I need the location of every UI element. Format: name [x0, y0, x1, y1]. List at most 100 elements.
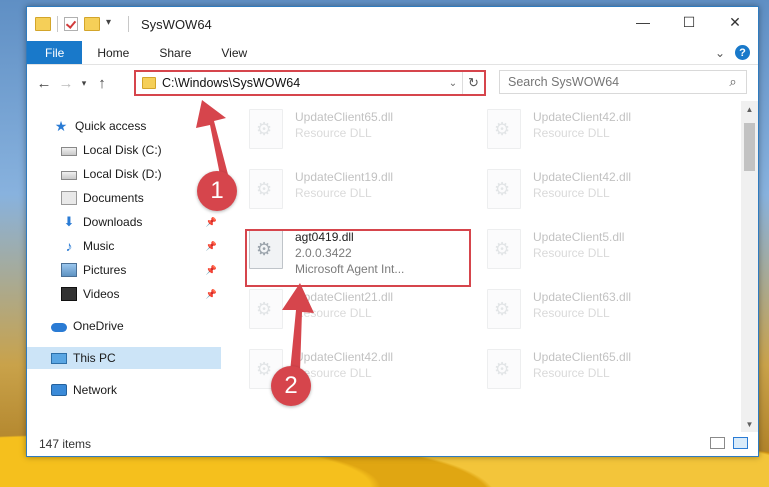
file-name: UpdateClient21.dll [295, 290, 394, 304]
search-input[interactable] [508, 75, 720, 89]
sidebar-item-downloads[interactable]: ⬇ Downloads 📌 [27, 211, 221, 233]
close-button[interactable]: ✕ [712, 7, 758, 37]
drive-icon [61, 147, 77, 156]
scrollbar-thumb[interactable] [744, 123, 755, 171]
sidebar-item-network[interactable]: Network [27, 379, 221, 401]
step-2-badge: 2 [271, 366, 311, 406]
address-path[interactable]: C:\Windows\SysWOW64 [162, 76, 444, 90]
refresh-icon[interactable]: ↻ [462, 72, 484, 94]
sidebar-item-quick-access[interactable]: ★ Quick access [27, 115, 221, 137]
divider [128, 16, 129, 32]
sidebar-item-label: Downloads [83, 215, 143, 229]
item-count: 147 items [39, 437, 92, 451]
tab-view[interactable]: View [206, 41, 262, 64]
file-name: UpdateClient19.dll [295, 170, 394, 184]
folder-icon [35, 17, 51, 31]
sidebar-item-pictures[interactable]: Pictures 📌 [27, 259, 221, 281]
chevron-down-icon[interactable]: ⌄ [715, 46, 725, 60]
file-type: Resource DLL [533, 186, 610, 200]
address-bar[interactable]: C:\Windows\SysWOW64 ⌄ ↻ [134, 70, 486, 96]
videos-icon [61, 287, 77, 301]
search-icon[interactable]: ⌕ [720, 74, 746, 90]
sidebar-item-label: Documents [83, 191, 144, 205]
scroll-up-icon[interactable]: ▲ [741, 101, 758, 117]
tiles-view-icon[interactable] [733, 437, 748, 449]
sidebar-item-onedrive[interactable]: OneDrive [27, 315, 221, 337]
window-controls: — ☐ ✕ [620, 7, 758, 37]
file-info: UpdateClient42.dll Resource DLL [533, 109, 631, 140]
gear-icon: ⚙ [256, 359, 273, 379]
title-bar: ▾ SysWOW64 — ☐ ✕ [27, 7, 758, 41]
file-info: UpdateClient65.dll Resource DLL [295, 109, 393, 140]
file-tile[interactable]: ⚙ UpdateClient63.dll Resource DLL [487, 289, 717, 339]
sidebar-item-label: Videos [83, 287, 120, 301]
sidebar-item-label: Local Disk (C:) [83, 143, 162, 157]
sidebar-item-label: Network [73, 383, 118, 397]
sidebar-item-music[interactable]: ♪ Music 📌 [27, 235, 221, 257]
new-folder-icon[interactable] [84, 17, 100, 31]
file-type: Resource DLL [295, 366, 372, 380]
sidebar-item-local-disk-d[interactable]: Local Disk (D:) [27, 163, 221, 185]
file-tile[interactable]: ⚙ UpdateClient5.dll Resource DLL [487, 229, 717, 279]
file-type: Resource DLL [533, 246, 610, 260]
forward-arrow-icon[interactable]: → [55, 75, 77, 92]
recent-locations-icon[interactable]: ▾ [77, 78, 91, 89]
file-tile[interactable]: ⚙ UpdateClient65.dll Resource DLL [249, 109, 479, 159]
minimize-button[interactable]: — [620, 7, 666, 37]
file-tile[interactable]: ⚙ UpdateClient19.dll Resource DLL [249, 169, 479, 219]
file-tile[interactable]: ⚙ UpdateClient42.dll Resource DLL [487, 169, 717, 219]
pin-icon[interactable]: 📌 [206, 217, 217, 228]
vertical-scrollbar[interactable]: ▲ ▼ [741, 101, 758, 432]
file-type: Resource DLL [295, 306, 372, 320]
sidebar-item-videos[interactable]: Videos 📌 [27, 283, 221, 305]
file-tile[interactable]: ⚙ UpdateClient21.dll Resource DLL [249, 289, 479, 339]
step-1-badge: 1 [197, 171, 237, 211]
pin-icon[interactable]: 📌 [206, 289, 217, 300]
file-name: UpdateClient42.dll [533, 110, 632, 124]
details-view-icon[interactable] [710, 437, 725, 449]
help-icon[interactable]: ? [735, 45, 750, 60]
dll-file-icon: ⚙ [487, 349, 521, 389]
file-info: UpdateClient63.dll Resource DLL [533, 289, 631, 320]
scroll-down-icon[interactable]: ▼ [741, 416, 758, 432]
back-arrow-icon[interactable]: ← [33, 75, 55, 92]
status-bar: 147 items [27, 432, 758, 456]
dll-file-icon: ⚙ [249, 289, 283, 329]
sidebar-item-local-disk-c[interactable]: Local Disk (C:) [27, 139, 221, 161]
up-arrow-icon[interactable]: ↑ [91, 75, 113, 92]
file-type: Resource DLL [533, 366, 610, 380]
ribbon-right: ⌄ ? [715, 45, 750, 60]
gear-icon: ⚙ [256, 299, 273, 319]
star-icon: ★ [54, 118, 68, 134]
tab-home[interactable]: Home [82, 41, 144, 64]
customize-toolbar-icon[interactable]: ▾ [106, 17, 122, 31]
file-info: UpdateClient42.dll Resource DLL [533, 169, 631, 200]
properties-icon[interactable] [64, 17, 78, 31]
dll-file-icon: ⚙ [487, 109, 521, 149]
tab-file[interactable]: File [27, 41, 83, 64]
file-type: Resource DLL [533, 126, 610, 140]
sidebar-item-label: Pictures [83, 263, 127, 277]
tab-share[interactable]: Share [144, 41, 206, 64]
chevron-down-icon[interactable]: ⌄ [444, 78, 462, 89]
maximize-button[interactable]: ☐ [666, 7, 712, 37]
pin-icon[interactable]: 📌 [206, 265, 217, 276]
file-name: UpdateClient42.dll [533, 170, 632, 184]
pictures-icon [61, 263, 77, 277]
file-tile[interactable]: ⚙ UpdateClient65.dll Resource DLL [487, 349, 717, 399]
gear-icon: ⚙ [494, 299, 511, 319]
search-box[interactable]: ⌕ [499, 70, 747, 94]
this-pc-icon [51, 352, 67, 364]
content-area: ★ Quick access Local Disk (C:) Local Disk (… [27, 101, 758, 432]
pin-icon[interactable]: 📌 [206, 241, 217, 252]
divider [57, 16, 58, 32]
dll-file-icon: ⚙ [249, 109, 283, 149]
onedrive-icon [51, 323, 67, 332]
sidebar-item-this-pc[interactable]: This PC [27, 347, 221, 369]
network-icon [51, 384, 67, 396]
sidebar-item-documents[interactable]: Documents [27, 187, 221, 209]
folder-icon [142, 77, 156, 89]
gear-icon: ⚙ [494, 179, 511, 199]
file-tile[interactable]: ⚙ UpdateClient42.dll Resource DLL [487, 109, 717, 159]
file-info: UpdateClient19.dll Resource DLL [295, 169, 393, 200]
